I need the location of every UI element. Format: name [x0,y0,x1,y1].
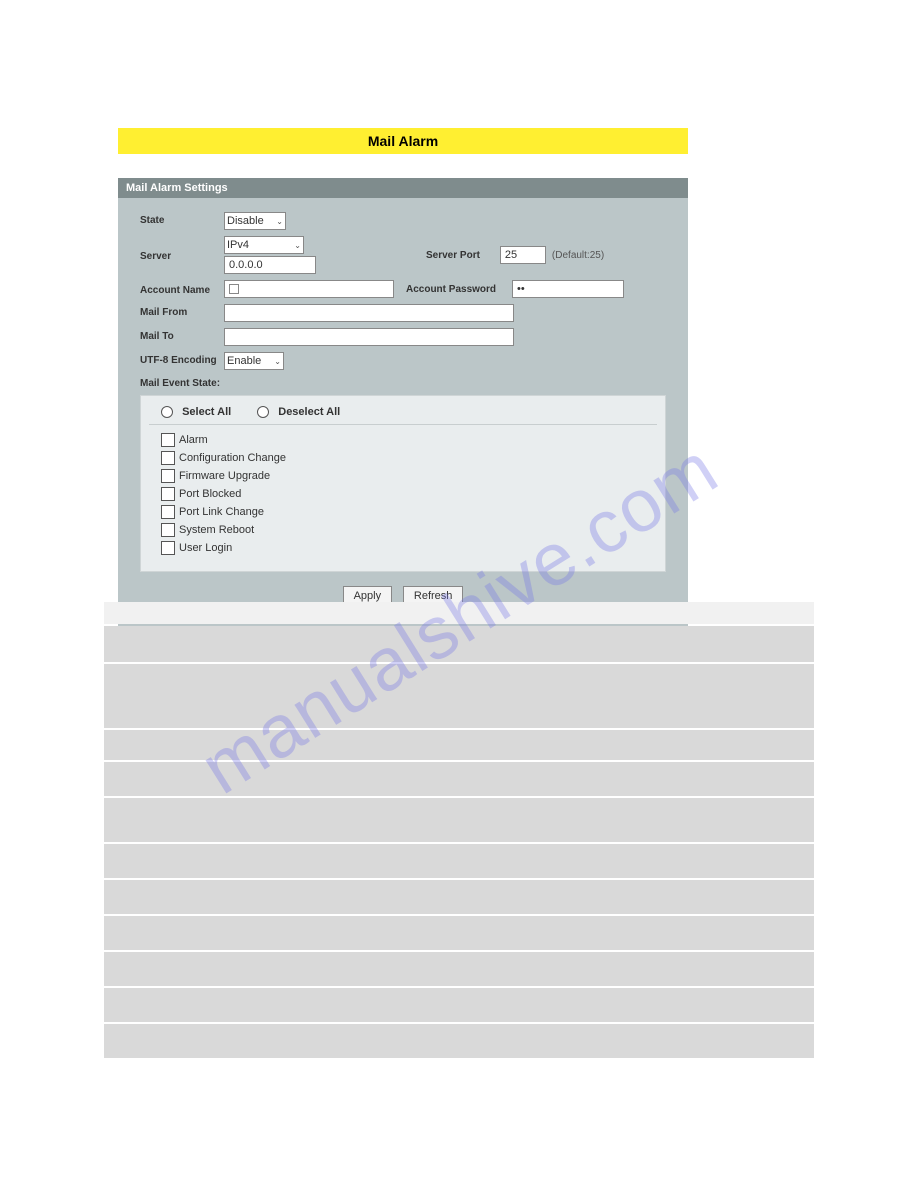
event-label: Configuration Change [179,452,286,464]
event-checkbox[interactable] [161,523,175,537]
event-item: Firmware Upgrade [161,469,645,483]
table-row [104,664,814,728]
settings-panel: Mail Alarm Settings State Disable ⌄ Serv… [118,178,688,634]
event-item: Configuration Change [161,451,645,465]
event-label: Firmware Upgrade [179,470,270,482]
event-checkbox[interactable] [161,451,175,465]
event-item: User Login [161,541,645,555]
mail-to-input[interactable] [224,328,514,346]
table-row [104,730,814,760]
state-value: Disable [227,215,264,227]
event-label: Alarm [179,434,208,446]
ip-type-value: IPv4 [227,239,249,251]
event-item: Alarm [161,433,645,447]
mail-to-label: Mail To [140,328,224,342]
description-table [104,600,814,1060]
event-checkbox[interactable] [161,469,175,483]
mail-from-label: Mail From [140,304,224,318]
table-row [104,1024,814,1058]
table-row [104,626,814,662]
event-checkbox[interactable] [161,433,175,447]
radio-icon [257,406,269,418]
utf8-label: UTF-8 Encoding [140,352,224,366]
page-title: Mail Alarm [118,128,688,154]
table-header-row [104,602,814,624]
event-item: System Reboot [161,523,645,537]
port-hint: (Default:25) [552,250,604,261]
state-select[interactable]: Disable ⌄ [224,212,286,230]
event-checkbox[interactable] [161,505,175,519]
event-checkbox[interactable] [161,541,175,555]
checkbox-icon [229,284,239,294]
chevron-down-icon: ⌄ [276,217,283,226]
account-password-label: Account Password [406,284,496,295]
chevron-down-icon: ⌄ [274,357,281,366]
account-name-input[interactable] [224,280,394,298]
state-label: State [140,212,224,226]
chevron-down-icon: ⌄ [294,241,301,250]
table-row [104,988,814,1022]
select-all-label: Select All [182,406,231,418]
ip-type-select[interactable]: IPv4 ⌄ [224,236,304,254]
utf8-select[interactable]: Enable ⌄ [224,352,284,370]
server-ip-value: 0.0.0.0 [229,259,263,271]
table-row [104,880,814,914]
server-label: Server [140,248,224,262]
deselect-all-radio[interactable]: Deselect All [257,406,340,418]
event-label: Port Blocked [179,488,241,500]
server-port-label: Server Port [426,250,480,261]
account-password-value: •• [517,283,525,295]
event-label: Port Link Change [179,506,264,518]
event-item: Port Link Change [161,505,645,519]
deselect-all-label: Deselect All [278,406,340,418]
server-port-value: 25 [505,249,517,261]
table-row [104,798,814,842]
server-port-input[interactable]: 25 [500,246,546,264]
radio-icon [161,406,173,418]
panel-header: Mail Alarm Settings [118,178,688,198]
utf8-value: Enable [227,355,261,367]
event-label: User Login [179,542,232,554]
table-row [104,762,814,796]
table-row [104,844,814,878]
select-all-radio[interactable]: Select All [161,406,231,418]
account-name-label: Account Name [140,282,224,296]
account-password-input[interactable]: •• [512,280,624,298]
event-state-label: Mail Event State: [140,378,666,389]
table-row [104,916,814,950]
event-checkbox[interactable] [161,487,175,501]
server-ip-input[interactable]: 0.0.0.0 [224,256,316,274]
table-row [104,952,814,986]
events-box: Select All Deselect All Alarm Configurat… [140,395,666,572]
event-label: System Reboot [179,524,254,536]
event-list: Alarm Configuration Change Firmware Upgr… [149,425,657,561]
mail-from-input[interactable] [224,304,514,322]
event-item: Port Blocked [161,487,645,501]
